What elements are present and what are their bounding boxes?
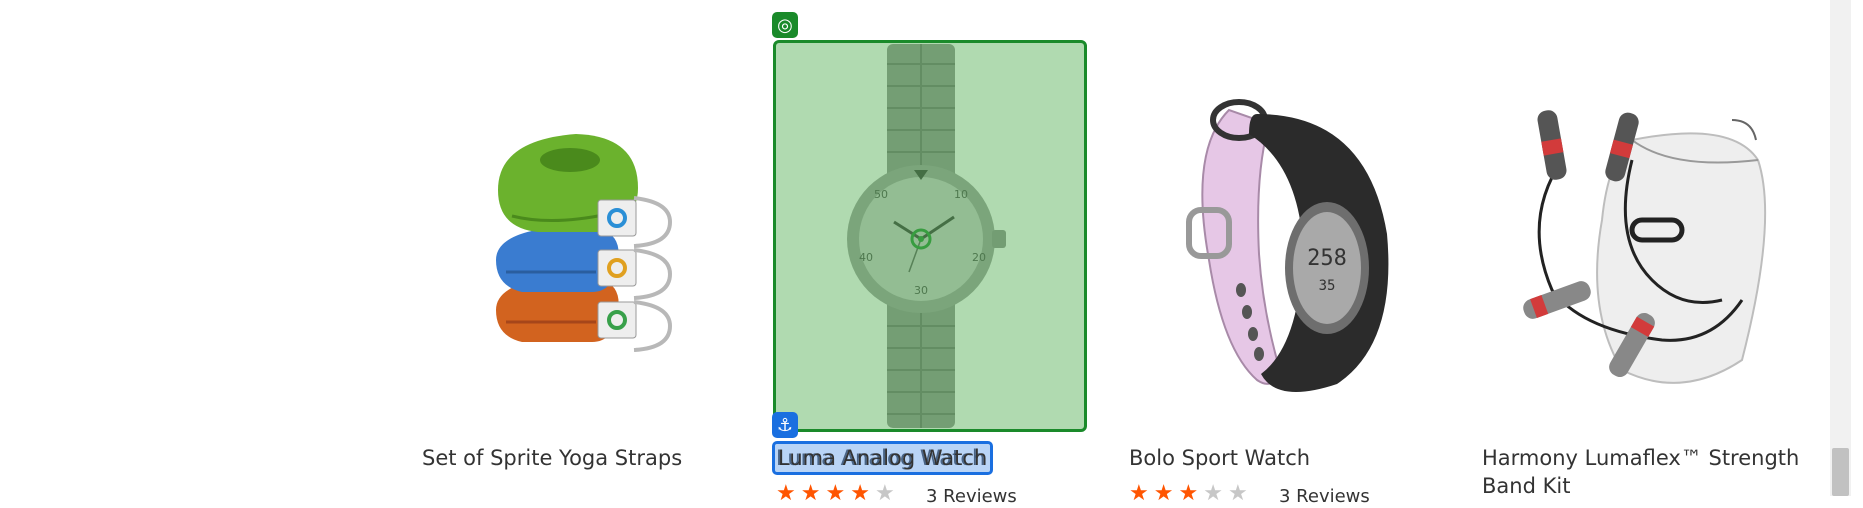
product-item: 258 35 Bolo Sport Watch ★★★★★ 3 Reviews xyxy=(1129,0,1459,507)
product-image-link[interactable] xyxy=(422,40,740,434)
highlighted-product-name-link[interactable]: Luma Analog Watch xyxy=(772,441,994,475)
vertical-scrollbar[interactable] xyxy=(1830,0,1851,496)
product-name-link[interactable]: Harmony Lumaflex™ Strength Band Kit xyxy=(1482,444,1812,500)
yoga-straps-image xyxy=(496,134,673,352)
sport-watch-image: 258 35 xyxy=(1186,99,1389,392)
star-icon: ★ xyxy=(1178,481,1204,506)
strength-band-kit-image xyxy=(1523,110,1767,384)
rating-stars: ★★★★★ xyxy=(1129,482,1253,506)
star-icon: ★ xyxy=(850,481,875,506)
svg-text:35: 35 xyxy=(1319,278,1336,294)
product-name-link[interactable]: Bolo Sport Watch xyxy=(1129,444,1310,472)
star-icon: ★ xyxy=(1227,481,1253,506)
star-icon: ★ xyxy=(1129,481,1154,506)
product-item: Harmony Lumaflex™ Strength Band Kit xyxy=(1482,0,1812,498)
star-icon: ★ xyxy=(874,481,900,506)
star-icon: ★ xyxy=(1153,481,1179,506)
star-icon: ★ xyxy=(800,481,826,506)
rating-stars: ★★★★★ xyxy=(776,482,900,506)
scrollbar-thumb[interactable] xyxy=(1832,448,1849,496)
reviews-link[interactable]: 3 Reviews xyxy=(926,486,1017,508)
reviews-link[interactable]: 3 Reviews xyxy=(1279,486,1370,508)
product-item: Set of Sprite Yoga Straps xyxy=(422,0,752,496)
product-image-link[interactable]: 258 35 xyxy=(1129,40,1447,434)
star-icon: ★ xyxy=(825,481,851,506)
star-icon: ★ xyxy=(776,481,801,506)
product-image-link[interactable] xyxy=(1482,40,1800,434)
target-icon: ◎ xyxy=(772,12,798,38)
svg-text:258: 258 xyxy=(1307,246,1347,271)
selected-element-highlight xyxy=(773,40,1087,432)
product-name-link[interactable]: Set of Sprite Yoga Straps xyxy=(422,444,682,472)
anchor-icon: ⚓ xyxy=(772,412,798,438)
star-icon: ★ xyxy=(1203,481,1228,506)
